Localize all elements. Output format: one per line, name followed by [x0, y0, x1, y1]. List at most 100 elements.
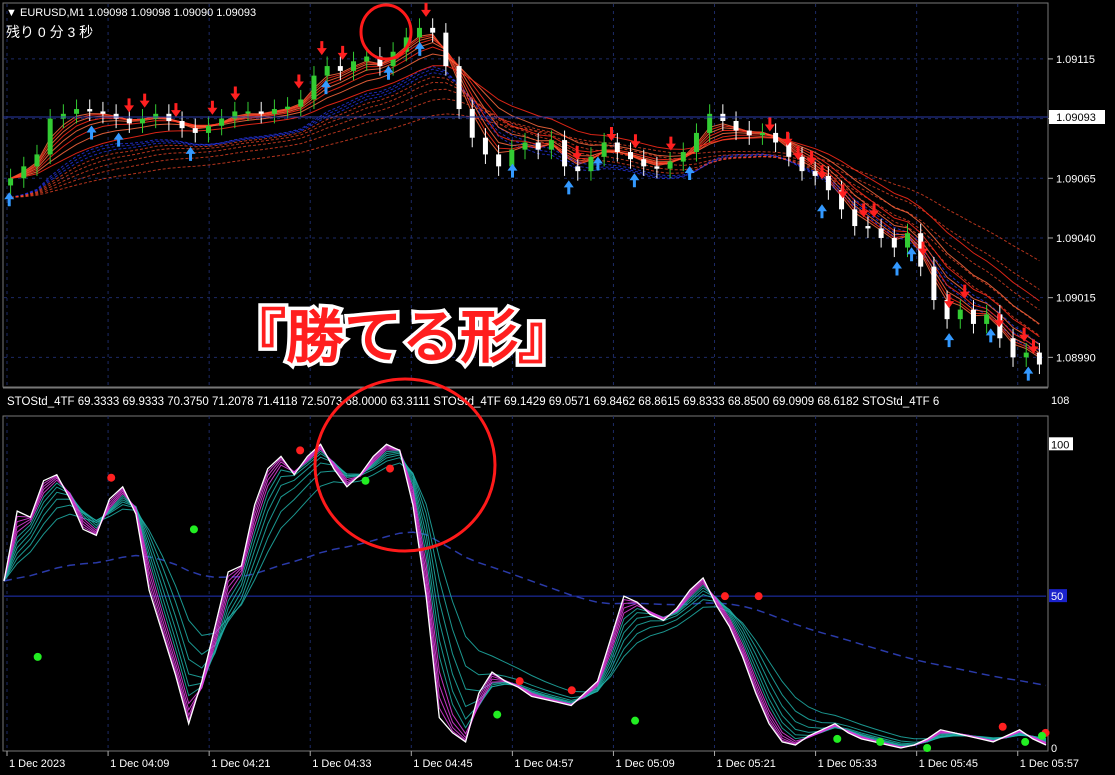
indicator-tick-label: 0 [1051, 743, 1057, 755]
candle-body [773, 132, 779, 143]
price-tick-label: 1.09115 [1056, 54, 1095, 66]
candle-body [746, 130, 752, 136]
candle-body [984, 314, 990, 324]
candle-body [139, 118, 145, 124]
candle-body [825, 175, 831, 191]
candle-body [416, 27, 422, 38]
candle-body [852, 209, 858, 227]
candle-body [8, 178, 14, 186]
candle-body [588, 156, 594, 172]
price-tick-label: 1.09065 [1056, 173, 1096, 185]
candle-body [693, 132, 699, 153]
symbol-info: EURUSD,M1 1.09098 1.09098 1.09090 1.0909… [20, 7, 256, 19]
green-signal-dot [1021, 737, 1030, 746]
candle-body [285, 106, 291, 110]
time-tick-label: 1 Dec 04:57 [514, 758, 573, 770]
candle-body [654, 166, 660, 169]
candle-body [311, 75, 317, 100]
indicator-label: STOStd_4TF 69.3333 69.9333 70.3750 71.20… [7, 396, 939, 408]
time-tick-label: 1 Dec 04:45 [413, 758, 472, 770]
candle-body [799, 156, 805, 172]
candle-body [21, 166, 27, 179]
green-signal-dot [631, 716, 640, 725]
candle-body [1010, 338, 1016, 358]
candle-body [733, 120, 739, 131]
candle-body [337, 66, 343, 71]
time-tick-label: 1 Dec 05:45 [919, 758, 978, 770]
candle-body [931, 266, 937, 301]
green-signal-dot [493, 710, 502, 719]
candle-body [153, 113, 159, 119]
candle-body [271, 109, 277, 114]
candle-body [245, 111, 251, 114]
caption-text: 『勝てる形』 [228, 303, 576, 371]
candle-body [60, 113, 66, 119]
candle-body [905, 233, 911, 248]
green-signal-dot [189, 525, 198, 534]
candle-body [812, 171, 818, 176]
candle-body [469, 109, 475, 138]
candle-body [614, 142, 620, 153]
green-signal-dot [1038, 731, 1046, 740]
candle-body [87, 109, 93, 112]
red-signal-dot [296, 446, 305, 455]
time-tick-label: 1 Dec 05:21 [717, 758, 776, 770]
time-tick-label: 1 Dec 05:09 [615, 758, 674, 770]
candle-body [74, 109, 80, 114]
candle-body [298, 99, 304, 107]
candle-body [628, 152, 634, 160]
candle-body [1023, 352, 1029, 358]
time-tick-label: 1 Dec 05:57 [1020, 758, 1079, 770]
current-price-label: 1.09093 [1056, 112, 1096, 124]
candle-body [205, 125, 211, 133]
candle-body [351, 61, 357, 71]
candle-body [865, 226, 871, 229]
time-tick-label: 1 Dec 05:33 [818, 758, 877, 770]
red-signal-dot [998, 722, 1007, 731]
candle-body [192, 128, 198, 133]
time-tick-label: 1 Dec 04:21 [211, 758, 270, 770]
candle-body [575, 166, 581, 172]
red-signal-dot [754, 592, 763, 601]
green-signal-dot [876, 737, 885, 746]
time-tick-label: 1 Dec 04:09 [110, 758, 169, 770]
green-signal-dot [33, 652, 42, 661]
candle-body [548, 140, 554, 150]
price-tick-label: 1.08990 [1056, 352, 1096, 364]
candle-body [126, 118, 132, 124]
green-signal-dot [361, 476, 370, 485]
candle-body [680, 152, 686, 162]
green-signal-dot [923, 744, 932, 752]
candle-body [878, 228, 884, 238]
candle-body [456, 66, 462, 110]
red-signal-dot [107, 473, 116, 482]
candle-body [179, 120, 185, 129]
red-signal-dot [567, 686, 576, 695]
candle-body [759, 132, 765, 136]
candle-body [47, 118, 53, 155]
indicator-tick-label: 100 [1051, 439, 1069, 451]
candle-body [258, 111, 264, 114]
candle-body [667, 161, 673, 169]
time-tick-label: 1 Dec 2023 [9, 758, 65, 770]
price-tick-label: 1.09040 [1056, 233, 1096, 245]
candle-body [232, 111, 238, 119]
candle-body [496, 154, 502, 167]
red-signal-dot [385, 464, 394, 473]
candle-body [509, 149, 515, 167]
candle-body [970, 309, 976, 324]
candle-body [219, 118, 225, 126]
candle-body [522, 142, 528, 150]
green-signal-dot [833, 734, 842, 743]
candle-body [957, 309, 963, 320]
time-tick-label: 1 Dec 04:33 [312, 758, 371, 770]
dropdown-arrow-icon[interactable]: ▼ [6, 7, 17, 19]
candle-body [324, 66, 330, 76]
candle-body [601, 142, 607, 157]
price-tick-label: 1.09015 [1056, 293, 1096, 305]
indicator-tick-label: 108 [1051, 395, 1069, 407]
candle-body [113, 113, 119, 119]
candle-body [562, 140, 568, 167]
red-signal-dot [515, 677, 524, 686]
candle-body [891, 237, 897, 248]
